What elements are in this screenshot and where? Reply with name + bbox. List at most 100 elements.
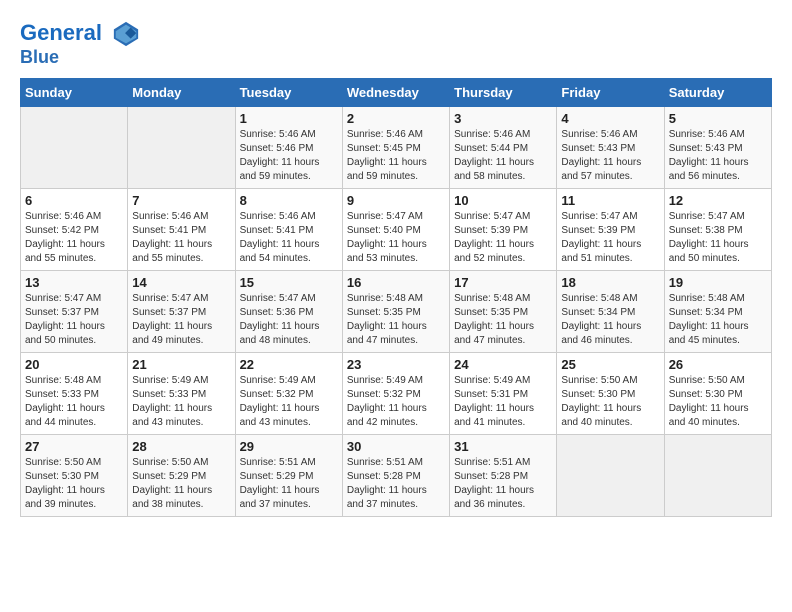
calendar-cell: 26 Sunrise: 5:50 AM Sunset: 5:30 PM Dayli…: [664, 352, 771, 434]
day-number: 5: [669, 111, 767, 126]
day-number: 23: [347, 357, 445, 372]
page-header: General Blue: [20, 20, 772, 68]
day-number: 25: [561, 357, 659, 372]
calendar-cell: 5Sunrise: 5:46 AM Sunset: 5:43 PM Daylig…: [664, 106, 771, 188]
calendar-cell: 3 Sunrise: 5:46 AM Sunset: 5:44 PM Daylig…: [450, 106, 557, 188]
day-number: 27: [25, 439, 123, 454]
day-info: Sunrise: 5:51 AM Sunset: 5:29 PM Dayligh…: [240, 456, 338, 512]
calendar-week-row: 20 Sunrise: 5:48 AM Sunset: 5:33 PM Dayli…: [21, 352, 772, 434]
logo: General Blue: [20, 20, 140, 68]
day-number: 4: [561, 111, 659, 126]
calendar-cell: 18 Sunrise: 5:48 AM Sunset: 5:34 PM Dayli…: [557, 270, 664, 352]
calendar-cell: 10Sunrise: 5:47 AM Sunset: 5:39 PM Dayli…: [450, 188, 557, 270]
calendar-cell: 2Sunrise: 5:46 AM Sunset: 5:45 PM Daylig…: [342, 106, 449, 188]
calendar-cell: [21, 106, 128, 188]
day-number: 9: [347, 193, 445, 208]
column-header-sunday: Sunday: [21, 78, 128, 106]
day-number: 22: [240, 357, 338, 372]
day-info: Sunrise: 5:51 AM Sunset: 5:28 PM Dayligh…: [454, 456, 552, 512]
calendar-cell: 16 Sunrise: 5:48 AM Sunset: 5:35 PM Dayli…: [342, 270, 449, 352]
day-number: 12: [669, 193, 767, 208]
calendar-week-row: 1 Sunrise: 5:46 AM Sunset: 5:46 PM Daylig…: [21, 106, 772, 188]
day-number: 20: [25, 357, 123, 372]
column-header-monday: Monday: [128, 78, 235, 106]
day-info: Sunrise: 5:46 AM Sunset: 5:43 PM Dayligh…: [561, 128, 659, 184]
day-number: 29: [240, 439, 338, 454]
calendar-table: SundayMondayTuesdayWednesdayThursdayFrid…: [20, 78, 772, 517]
day-number: 31: [454, 439, 552, 454]
calendar-cell: 25 Sunrise: 5:50 AM Sunset: 5:30 PM Dayli…: [557, 352, 664, 434]
logo-text: General: [20, 20, 140, 48]
column-header-thursday: Thursday: [450, 78, 557, 106]
calendar-cell: 6 Sunrise: 5:46 AM Sunset: 5:42 PM Daylig…: [21, 188, 128, 270]
day-info: Sunrise: 5:46 AM Sunset: 5:41 PM Dayligh…: [240, 210, 338, 266]
calendar-cell: 19 Sunrise: 5:48 AM Sunset: 5:34 PM Dayli…: [664, 270, 771, 352]
day-info: Sunrise: 5:50 AM Sunset: 5:29 PM Dayligh…: [132, 456, 230, 512]
day-info: Sunrise: 5:46 AM Sunset: 5:44 PM Dayligh…: [454, 128, 552, 184]
logo-blue: Blue: [20, 48, 140, 68]
day-number: 19: [669, 275, 767, 290]
calendar-cell: 1 Sunrise: 5:46 AM Sunset: 5:46 PM Daylig…: [235, 106, 342, 188]
day-number: 26: [669, 357, 767, 372]
day-info: Sunrise: 5:46 AM Sunset: 5:42 PM Dayligh…: [25, 210, 123, 266]
day-number: 7: [132, 193, 230, 208]
day-info: Sunrise: 5:47 AM Sunset: 5:36 PM Dayligh…: [240, 292, 338, 348]
day-info: Sunrise: 5:49 AM Sunset: 5:33 PM Dayligh…: [132, 374, 230, 430]
calendar-cell: 17Sunrise: 5:48 AM Sunset: 5:35 PM Dayli…: [450, 270, 557, 352]
calendar-cell: 13 Sunrise: 5:47 AM Sunset: 5:37 PM Dayli…: [21, 270, 128, 352]
day-number: 11: [561, 193, 659, 208]
day-info: Sunrise: 5:49 AM Sunset: 5:32 PM Dayligh…: [240, 374, 338, 430]
day-info: Sunrise: 5:51 AM Sunset: 5:28 PM Dayligh…: [347, 456, 445, 512]
day-info: Sunrise: 5:47 AM Sunset: 5:37 PM Dayligh…: [25, 292, 123, 348]
calendar-week-row: 13 Sunrise: 5:47 AM Sunset: 5:37 PM Dayli…: [21, 270, 772, 352]
calendar-week-row: 27 Sunrise: 5:50 AM Sunset: 5:30 PM Dayli…: [21, 434, 772, 516]
day-info: Sunrise: 5:46 AM Sunset: 5:41 PM Dayligh…: [132, 210, 230, 266]
calendar-cell: 23 Sunrise: 5:49 AM Sunset: 5:32 PM Dayli…: [342, 352, 449, 434]
day-number: 30: [347, 439, 445, 454]
day-number: 17: [454, 275, 552, 290]
calendar-cell: 29 Sunrise: 5:51 AM Sunset: 5:29 PM Dayli…: [235, 434, 342, 516]
day-number: 8: [240, 193, 338, 208]
day-info: Sunrise: 5:46 AM Sunset: 5:46 PM Dayligh…: [240, 128, 338, 184]
column-header-friday: Friday: [557, 78, 664, 106]
day-info: Sunrise: 5:50 AM Sunset: 5:30 PM Dayligh…: [25, 456, 123, 512]
calendar-cell: 30 Sunrise: 5:51 AM Sunset: 5:28 PM Dayli…: [342, 434, 449, 516]
day-number: 13: [25, 275, 123, 290]
calendar-cell: 9 Sunrise: 5:47 AM Sunset: 5:40 PM Daylig…: [342, 188, 449, 270]
calendar-cell: 11 Sunrise: 5:47 AM Sunset: 5:39 PM Dayli…: [557, 188, 664, 270]
day-info: Sunrise: 5:46 AM Sunset: 5:45 PM Dayligh…: [347, 128, 445, 184]
day-number: 6: [25, 193, 123, 208]
column-header-tuesday: Tuesday: [235, 78, 342, 106]
day-number: 16: [347, 275, 445, 290]
calendar-cell: 14Sunrise: 5:47 AM Sunset: 5:37 PM Dayli…: [128, 270, 235, 352]
calendar-cell: 24Sunrise: 5:49 AM Sunset: 5:31 PM Dayli…: [450, 352, 557, 434]
calendar-cell: [557, 434, 664, 516]
day-info: Sunrise: 5:48 AM Sunset: 5:34 PM Dayligh…: [561, 292, 659, 348]
day-number: 10: [454, 193, 552, 208]
day-number: 15: [240, 275, 338, 290]
day-info: Sunrise: 5:47 AM Sunset: 5:39 PM Dayligh…: [561, 210, 659, 266]
column-header-saturday: Saturday: [664, 78, 771, 106]
calendar-cell: [664, 434, 771, 516]
calendar-cell: 4 Sunrise: 5:46 AM Sunset: 5:43 PM Daylig…: [557, 106, 664, 188]
day-number: 24: [454, 357, 552, 372]
day-info: Sunrise: 5:50 AM Sunset: 5:30 PM Dayligh…: [669, 374, 767, 430]
day-info: Sunrise: 5:47 AM Sunset: 5:40 PM Dayligh…: [347, 210, 445, 266]
calendar-header-row: SundayMondayTuesdayWednesdayThursdayFrid…: [21, 78, 772, 106]
calendar-cell: 28 Sunrise: 5:50 AM Sunset: 5:29 PM Dayli…: [128, 434, 235, 516]
calendar-cell: [128, 106, 235, 188]
day-number: 18: [561, 275, 659, 290]
calendar-cell: 15 Sunrise: 5:47 AM Sunset: 5:36 PM Dayli…: [235, 270, 342, 352]
day-info: Sunrise: 5:48 AM Sunset: 5:34 PM Dayligh…: [669, 292, 767, 348]
day-info: Sunrise: 5:47 AM Sunset: 5:38 PM Dayligh…: [669, 210, 767, 266]
day-info: Sunrise: 5:48 AM Sunset: 5:33 PM Dayligh…: [25, 374, 123, 430]
day-info: Sunrise: 5:49 AM Sunset: 5:32 PM Dayligh…: [347, 374, 445, 430]
day-number: 1: [240, 111, 338, 126]
day-number: 28: [132, 439, 230, 454]
day-number: 3: [454, 111, 552, 126]
calendar-cell: 20 Sunrise: 5:48 AM Sunset: 5:33 PM Dayli…: [21, 352, 128, 434]
day-info: Sunrise: 5:50 AM Sunset: 5:30 PM Dayligh…: [561, 374, 659, 430]
day-info: Sunrise: 5:48 AM Sunset: 5:35 PM Dayligh…: [347, 292, 445, 348]
calendar-cell: 31 Sunrise: 5:51 AM Sunset: 5:28 PM Dayli…: [450, 434, 557, 516]
calendar-cell: 8 Sunrise: 5:46 AM Sunset: 5:41 PM Daylig…: [235, 188, 342, 270]
